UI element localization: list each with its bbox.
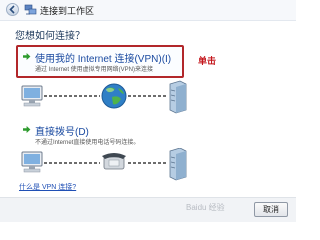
computer-icon [21,151,43,173]
window-title: 连接到工作区 [40,6,95,16]
phone-icon [102,153,126,170]
option-vpn[interactable]: 使用我的 Internet 连接(VPN)(I) 通过 Internet 使用虚… [16,45,184,78]
computer-icon [21,85,43,107]
globe-icon [101,83,127,109]
green-arrow-icon [23,53,31,60]
click-annotation: 单击 [198,56,217,66]
option-vpn-title: 使用我的 Internet 连接(VPN)(I) [35,54,172,65]
server-icon [169,148,187,181]
option-dial-title: 直接拨号(D) [35,127,89,138]
watermark: Baidu 经验 [186,203,225,212]
server-icon [169,80,187,114]
green-arrow-icon [23,126,31,133]
question-heading: 您想如何连接？ [15,31,85,42]
option-vpn-description: 通过 Internet 使用虚拟专用网络(VPN)来连接 [35,67,154,73]
dialup-connection-diagram [21,148,187,181]
option-dial-description: 不通过Internet直接使用电话号码连接。 [35,140,140,146]
footer-bar: Baidu 经验 取消 [0,197,296,222]
back-arrow-icon [9,5,15,14]
cancel-button[interactable]: 取消 [254,202,288,217]
vpn-connection-diagram [21,80,187,114]
title-bar: 连接到工作区 [0,0,296,21]
network-icon [24,4,37,15]
back-button[interactable] [6,3,19,16]
vpn-help-link[interactable]: 什么是 VPN 连接? [19,182,76,192]
